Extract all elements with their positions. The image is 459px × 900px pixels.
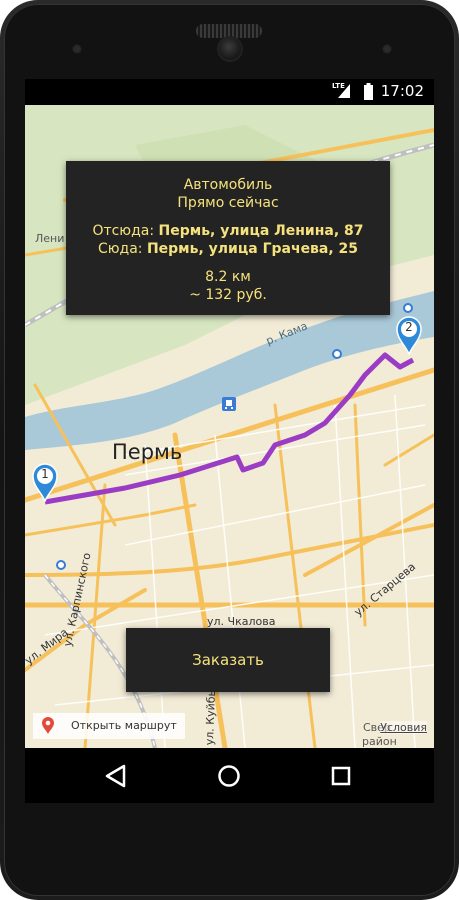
transport-mode: Автомобиль <box>183 177 273 193</box>
route-start-number: 1 <box>41 467 49 481</box>
route-start-marker[interactable]: 1 <box>31 462 59 502</box>
open-route-label: Открыть маршрут <box>71 719 177 732</box>
order-button[interactable]: Заказать <box>126 628 330 692</box>
map-pin-icon <box>42 717 54 734</box>
home-circle-icon[interactable] <box>211 758 247 794</box>
to-label: Сюда: <box>97 241 143 257</box>
system-navigation-bar <box>25 748 434 803</box>
phone-frame: LTE 17:02 Лени р. Кама Пермь ул. Чкалова… <box>0 0 459 900</box>
street-label-lenina: Лени <box>35 232 65 245</box>
from-label: Отсюда: <box>92 223 155 239</box>
proximity-sensor <box>72 44 82 54</box>
from-address-row: Отсюда: Пермь, улица Ленина, 87 <box>66 222 390 240</box>
bus-stop-icon <box>56 560 66 570</box>
front-camera <box>219 38 241 60</box>
city-label: Пермь <box>112 440 183 464</box>
back-triangle-icon[interactable] <box>98 758 134 794</box>
recent-square-icon[interactable] <box>323 758 359 794</box>
route-end-number: 2 <box>405 320 413 334</box>
route-price: ~ 132 руб. <box>189 287 267 303</box>
light-sensor <box>382 44 392 54</box>
bus-stop-icon <box>332 349 342 359</box>
rail-station-icon <box>222 397 236 411</box>
route-distance: 8.2 км <box>205 269 251 285</box>
clock: 17:02 <box>380 82 424 100</box>
status-bar: LTE 17:02 <box>25 79 434 105</box>
signal-icon <box>338 84 350 98</box>
route-info-card: Автомобиль Прямо сейчас Отсюда: Пермь, у… <box>66 161 390 315</box>
map-view[interactable]: Лени р. Кама Пермь ул. Чкалова ул. Мира … <box>25 105 434 748</box>
battery-icon <box>364 83 373 100</box>
bus-stop-icon <box>403 303 413 313</box>
terms-link[interactable]: Условия <box>380 721 427 734</box>
earpiece-speaker <box>196 24 262 38</box>
district-label-raion: район <box>362 735 397 748</box>
to-address: Пермь, улица Грачева, 25 <box>146 241 359 257</box>
screen: LTE 17:02 Лени р. Кама Пермь ул. Чкалова… <box>25 79 434 803</box>
from-address: Пермь, улица Ленина, 87 <box>158 223 364 239</box>
route-end-marker[interactable]: 2 <box>395 315 423 355</box>
departure-time: Прямо сейчас <box>177 195 279 211</box>
to-address-row: Сюда: Пермь, улица Грачева, 25 <box>66 240 390 258</box>
open-route-button[interactable]: Открыть маршрут <box>33 713 185 739</box>
street-label-chkalova: ул. Чкалова <box>207 615 276 628</box>
